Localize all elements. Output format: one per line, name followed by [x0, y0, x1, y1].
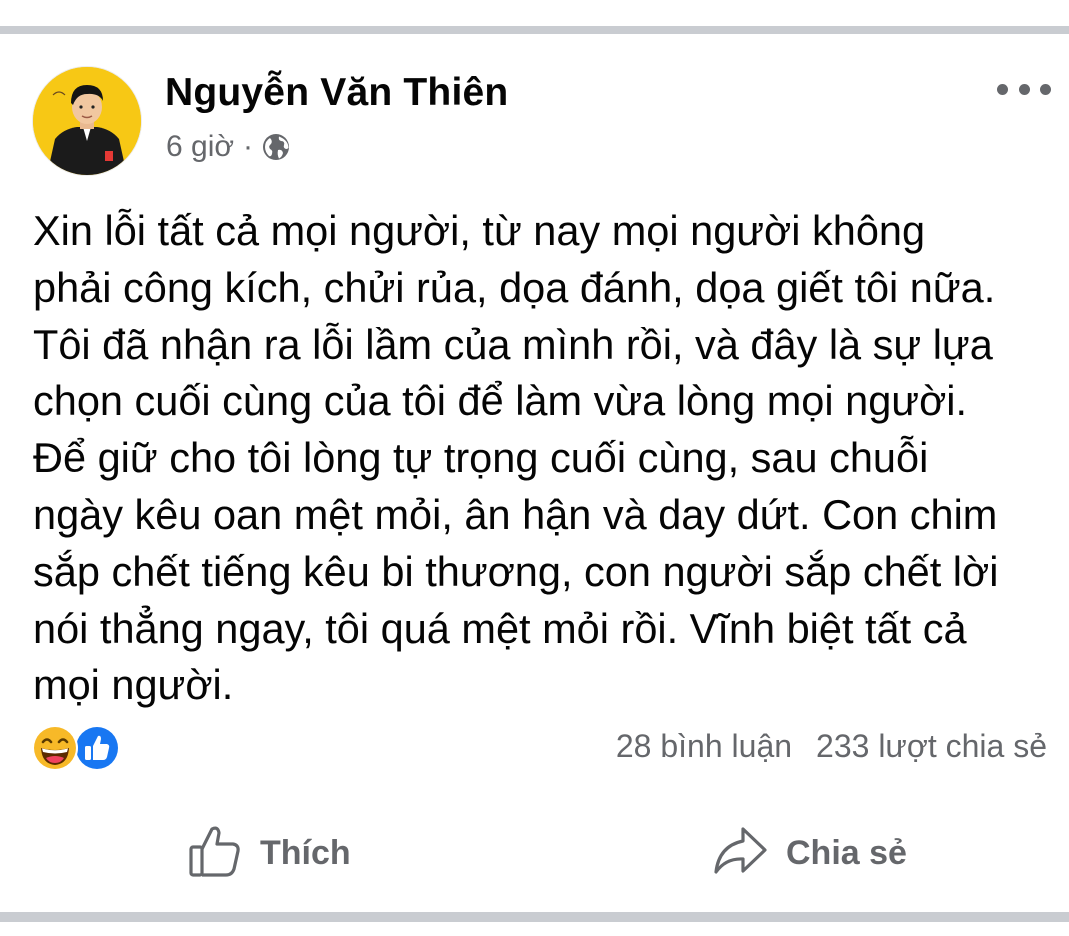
share-label: Chia sẻ: [786, 833, 907, 872]
meta-separator: ·: [243, 130, 254, 163]
more-dot-icon: [1040, 83, 1051, 95]
author-name[interactable]: Nguyễn Văn Thiên: [165, 71, 508, 115]
more-options-button[interactable]: [997, 77, 1051, 101]
avatar-illustration: [33, 67, 141, 175]
post-header: Nguyễn Văn Thiên 6 giờ ·: [33, 67, 1053, 177]
action-bar: Thích Chia sẻ: [0, 822, 1069, 884]
like-reaction-icon: [73, 724, 121, 772]
thumbs-up-icon: [188, 823, 242, 884]
like-label: Thích: [260, 833, 351, 872]
share-count[interactable]: 233 lượt chia sẻ: [816, 728, 1047, 765]
more-dot-icon: [1018, 83, 1030, 95]
avatar[interactable]: [33, 67, 141, 175]
share-arrow-icon: [712, 824, 768, 883]
post-meta: 6 giờ ·: [166, 129, 291, 165]
globe-icon: [261, 132, 291, 162]
reactions-summary[interactable]: [31, 724, 127, 774]
top-divider: [0, 26, 1069, 34]
more-dot-icon: [997, 83, 1008, 95]
like-button[interactable]: Thích: [188, 822, 351, 884]
post-text: Xin lỗi tất cả mọi người, từ nay mọi ngư…: [33, 207, 999, 709]
share-button[interactable]: Chia sẻ: [712, 822, 907, 884]
haha-reaction-icon: [31, 724, 79, 772]
post-time[interactable]: 6 giờ: [166, 130, 234, 164]
bottom-divider: [0, 912, 1069, 922]
post-stats: 28 bình luận 233 lượt chia sẻ: [616, 728, 1047, 765]
comment-count[interactable]: 28 bình luận: [616, 728, 792, 765]
